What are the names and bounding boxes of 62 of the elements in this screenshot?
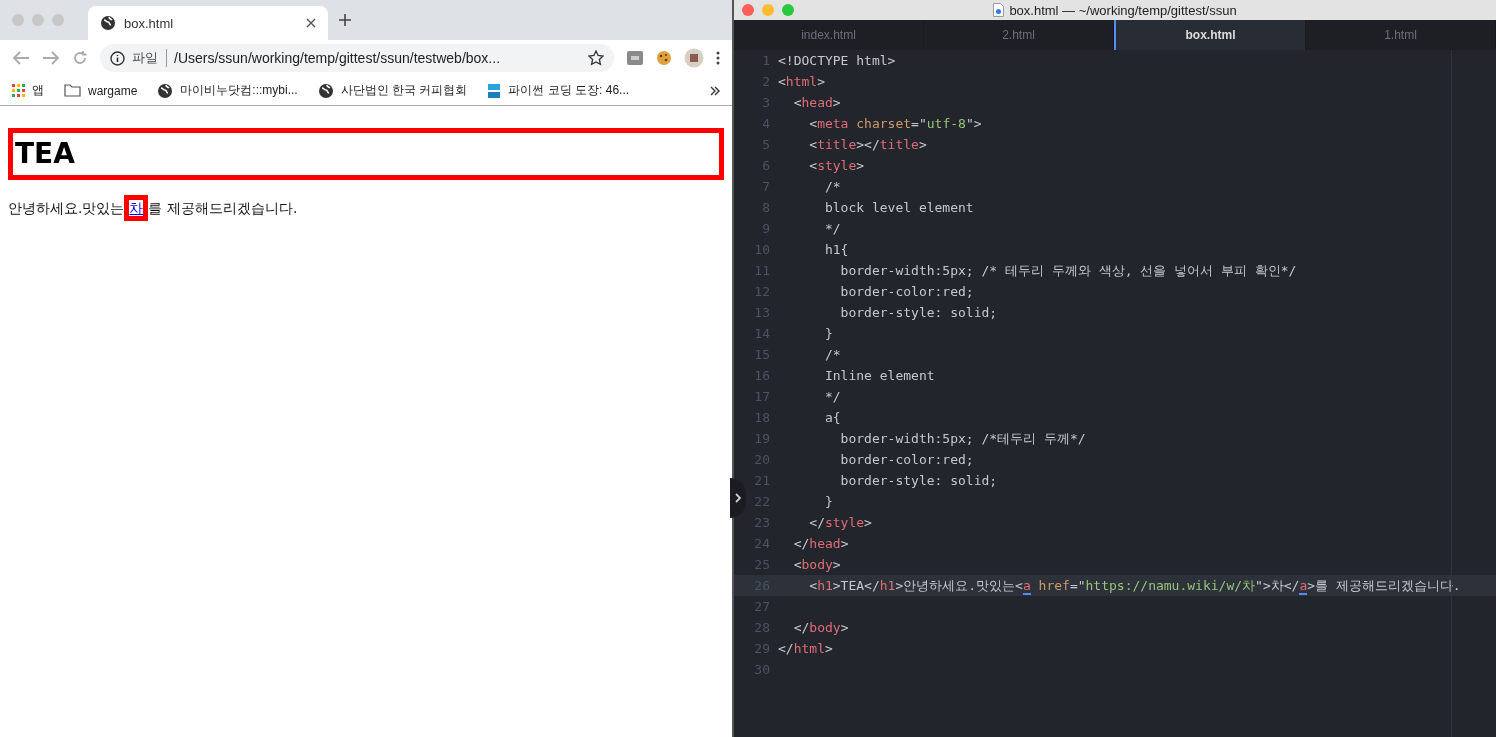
- avatar-icon[interactable]: [684, 48, 704, 68]
- code-line: </style>: [808, 515, 872, 530]
- code-line: <title></title>: [808, 137, 927, 152]
- window-control[interactable]: [742, 4, 754, 16]
- code-line: border-width:5px; /* 테두리 두께와 색상, 선을 넣어서 부피 확인*/: [839, 261, 1297, 280]
- code-line: */: [823, 389, 841, 404]
- code-line: <html>: [778, 74, 825, 89]
- code-line: a{: [823, 410, 841, 425]
- code-line: </head>: [792, 536, 849, 551]
- bookmark-label[interactable]: 파이썬 코딩 도장: 46...: [508, 82, 630, 99]
- window-control[interactable]: [782, 4, 794, 16]
- code-line: <body>: [792, 557, 841, 572]
- chevron-icon[interactable]: [710, 85, 720, 96]
- code-line: <style>: [808, 158, 865, 173]
- code-line: h1{: [823, 242, 849, 257]
- code-line: <!DOCTYPE html>: [778, 53, 896, 68]
- page-link[interactable]: 차: [124, 195, 149, 221]
- bookmark-label[interactable]: 앱: [32, 82, 44, 99]
- close-icon[interactable]: [306, 18, 316, 28]
- code-line: block level element: [823, 200, 974, 215]
- site-logo-icon: [487, 82, 502, 99]
- code-line: }: [823, 494, 833, 509]
- address-bar[interactable]: 파일 /Users/ssun/working/temp/gittest/ssun/testweb/box...: [100, 44, 614, 72]
- code-line: border-style: solid;: [839, 305, 998, 320]
- folder-icon: [64, 84, 81, 97]
- window-title: box.html — ~/working/temp/gittest/ssun: [1009, 2, 1237, 18]
- code-line: <h1>TEA</h1>안녕하세요.맛있는<a href="https://namu.wiki/w/차">차</a>를 제공해드리겠습니다.: [808, 576, 1461, 595]
- code-line: /*: [823, 179, 841, 194]
- apps-grid-icon: [12, 84, 25, 97]
- code-line: */: [823, 221, 841, 236]
- globe-icon: [157, 82, 174, 99]
- code-line: <meta charset="utf-8">: [808, 116, 982, 131]
- code-line: border-width:5px; /*테두리 두께*/: [839, 429, 1086, 448]
- star-icon[interactable]: [588, 50, 604, 66]
- code-line: </html>: [778, 641, 833, 656]
- code-line: </body>: [792, 620, 849, 635]
- panel-toggle[interactable]: [730, 478, 746, 518]
- code-line: }: [823, 326, 833, 341]
- code-line: Inline element: [823, 368, 935, 383]
- bookmark-label[interactable]: wargame: [88, 83, 138, 98]
- reload-icon[interactable]: [72, 50, 88, 66]
- page-heading: TEA: [8, 128, 724, 180]
- back-icon[interactable]: [12, 50, 30, 66]
- bookmark-label[interactable]: 마이비누닷컴:::mybi...: [180, 82, 298, 99]
- code-line: <head>: [792, 95, 841, 110]
- forward-icon[interactable]: [42, 50, 60, 66]
- menu-icon[interactable]: [716, 51, 720, 65]
- cookie-icon[interactable]: [656, 50, 672, 66]
- extension-icon[interactable]: [626, 50, 644, 66]
- info-icon: [110, 50, 125, 66]
- globe-icon: [100, 15, 116, 31]
- new-tab-icon[interactable]: [338, 13, 352, 27]
- editor-tab[interactable]: box.html: [1114, 20, 1306, 50]
- chevron-icon: [734, 493, 742, 503]
- code-line: border-style: solid;: [839, 473, 998, 488]
- code-line: border-color:red;: [839, 452, 974, 467]
- code-line: /*: [823, 347, 841, 362]
- browser-tab[interactable]: box.html: [88, 6, 328, 40]
- code-line: border-color:red;: [839, 284, 974, 299]
- bookmark-label[interactable]: 사단법인 한국 커피협회: [340, 82, 468, 99]
- file-icon: [993, 3, 1005, 17]
- globe-icon: [317, 82, 334, 99]
